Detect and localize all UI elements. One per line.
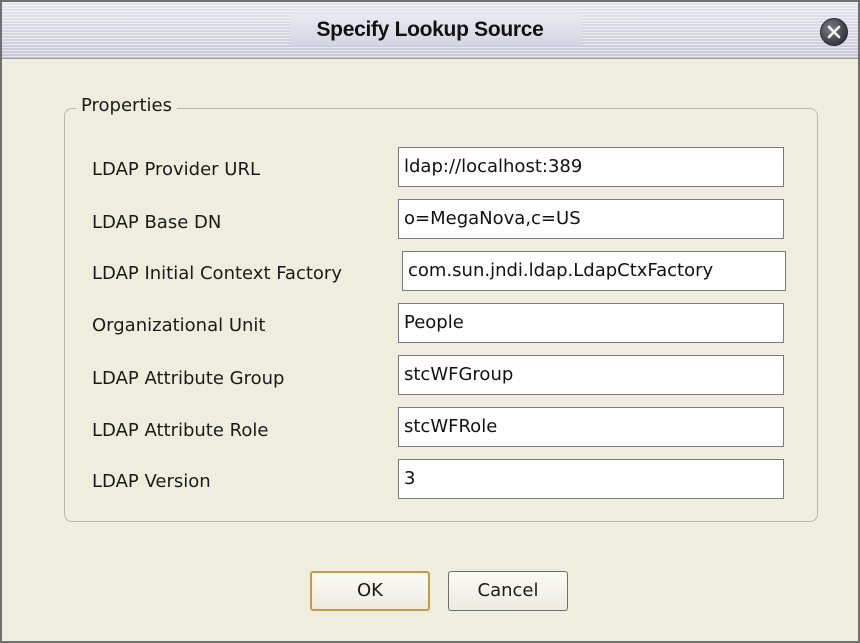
organizational-unit-field[interactable]: People — [398, 303, 784, 343]
ldap-attribute-role-label: LDAP Attribute Role — [92, 420, 269, 441]
title-bar[interactable]: Specify Lookup Source — [2, 2, 858, 59]
organizational-unit-label: Organizational Unit — [92, 315, 266, 336]
ldap-provider-url-field[interactable]: ldap://localhost:389 — [398, 147, 784, 187]
ldap-initial-context-factory-field[interactable]: com.sun.jndi.ldap.LdapCtxFactory — [402, 251, 786, 291]
close-icon[interactable] — [820, 18, 848, 46]
properties-legend: Properties — [76, 95, 177, 116]
ldap-base-dn-field[interactable]: o=MegaNova,c=US — [398, 199, 784, 239]
ldap-initial-context-factory-label: LDAP Initial Context Factory — [92, 263, 342, 284]
close-x-glyph — [827, 25, 841, 39]
ldap-attribute-group-label: LDAP Attribute Group — [92, 368, 285, 389]
ok-button[interactable]: OK — [310, 571, 430, 611]
ldap-version-label: LDAP Version — [92, 471, 211, 492]
ldap-attribute-group-field[interactable]: stcWFGroup — [398, 355, 784, 395]
ldap-version-field[interactable]: 3 — [398, 459, 784, 499]
ldap-base-dn-label: LDAP Base DN — [92, 212, 222, 233]
dialog-title: Specify Lookup Source — [316, 18, 544, 41]
cancel-button[interactable]: Cancel — [448, 571, 568, 611]
ldap-provider-url-label: LDAP Provider URL — [92, 159, 261, 180]
ldap-attribute-role-field[interactable]: stcWFRole — [398, 407, 784, 447]
